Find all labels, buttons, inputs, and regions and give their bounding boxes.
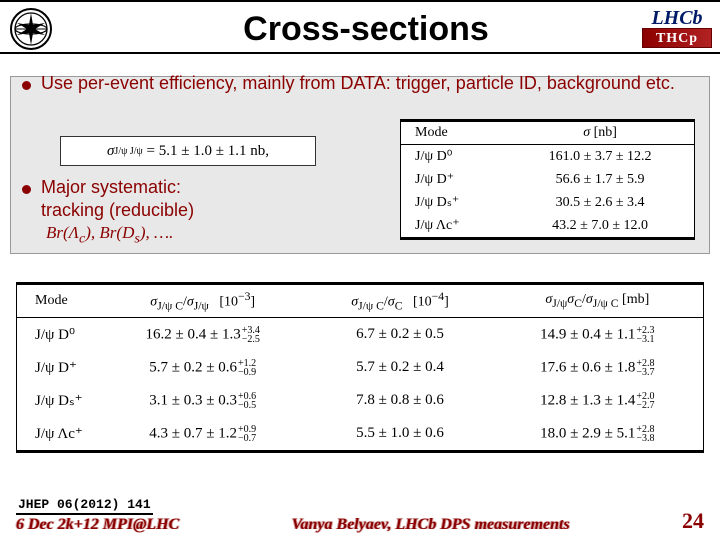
th-r1: σJ/ψ C/σJ/ψ [10−3] <box>97 284 308 318</box>
cross-section-table: Mode σ [nb] J/ψ D⁰161.0 ± 3.7 ± 12.2 J/ψ… <box>400 119 695 240</box>
table-row: J/ψ D⁰161.0 ± 3.7 ± 12.2 <box>401 145 694 169</box>
bullet-dot-icon <box>22 185 31 194</box>
reference-label: JHEP 06(2012) 141 <box>16 497 153 515</box>
th-mode: Mode <box>401 121 506 145</box>
bullet-2-sub: Br(Λc), Br(Ds), …. <box>46 223 372 247</box>
formula-box: σJ/ψ J/ψ = 5.1 ± 1.0 ± 1.1 nb, <box>60 136 316 166</box>
content-area: Use per-event efficiency, mainly from DA… <box>0 54 720 95</box>
table-row: J/ψ Dₛ⁺30.5 ± 2.6 ± 3.4 <box>401 191 694 214</box>
table-row: J/ψ Λc⁺ 4.3 ± 0.7 ± 1.2+0.9−0.7 5.5 ± 1.… <box>17 417 703 451</box>
header: Cross-sections LHCb ТНСр <box>0 2 720 54</box>
bullet-2: Major systematic: tracking (reducible) B… <box>22 176 372 247</box>
table-header-row: Mode σ [nb] <box>401 121 694 145</box>
table-row: J/ψ Dₛ⁺ 3.1 ± 0.3 ± 0.3+0.6−0.5 7.8 ± 0.… <box>17 384 703 417</box>
table-row: J/ψ D⁺56.6 ± 1.7 ± 5.9 <box>401 168 694 191</box>
th-mode: Mode <box>17 284 97 318</box>
slide-title: Cross-sections <box>62 10 710 49</box>
bullet-1: Use per-event efficiency, mainly from DA… <box>22 72 698 95</box>
bullet-2a-text: Major systematic: <box>41 176 194 199</box>
conference-label: 6 Dec 2k+12 MPI@LHC <box>16 516 179 534</box>
bullet-1-text: Use per-event efficiency, mainly from DA… <box>41 72 675 95</box>
bullet-dot-icon <box>22 81 31 90</box>
lhcb-logo-icon: LHCb ТНСр <box>642 8 712 52</box>
th-r2: σJ/ψ C/σC [10−4] <box>308 284 491 318</box>
table-row: J/ψ Λc⁺43.2 ± 7.0 ± 12.0 <box>401 214 694 238</box>
table-row: J/ψ D⁺ 5.7 ± 0.2 ± 0.6+1.2−0.9 5.7 ± 0.2… <box>17 351 703 384</box>
logo-left-icon <box>10 8 52 50</box>
th-sigma: σ [nb] <box>506 121 694 145</box>
page-number: 24 <box>682 508 704 534</box>
th-r3: σJ/ψσC/σJ/ψ C [mb] <box>492 284 703 318</box>
ratio-table: Mode σJ/ψ C/σJ/ψ [10−3] σJ/ψ C/σC [10−4]… <box>16 282 704 453</box>
lhcb-bar: ТНСр <box>642 28 712 48</box>
table-header-row: Mode σJ/ψ C/σJ/ψ [10−3] σJ/ψ C/σC [10−4]… <box>17 284 703 318</box>
footer: JHEP 06(2012) 141 6 Dec 2k+12 MPI@LHC Va… <box>0 497 720 534</box>
author-label: Vanya Belyaev, LHCb DPS measurements <box>292 516 570 534</box>
bullet-2b-text: tracking (reducible) <box>41 199 194 222</box>
slide: Cross-sections LHCb ТНСр Use per-event e… <box>0 0 720 540</box>
table-row: J/ψ D⁰ 16.2 ± 0.4 ± 1.3+3.4−2.5 6.7 ± 0.… <box>17 318 703 352</box>
footer-left: JHEP 06(2012) 141 6 Dec 2k+12 MPI@LHC <box>16 497 179 534</box>
lhcb-text: LHCb <box>642 8 712 28</box>
